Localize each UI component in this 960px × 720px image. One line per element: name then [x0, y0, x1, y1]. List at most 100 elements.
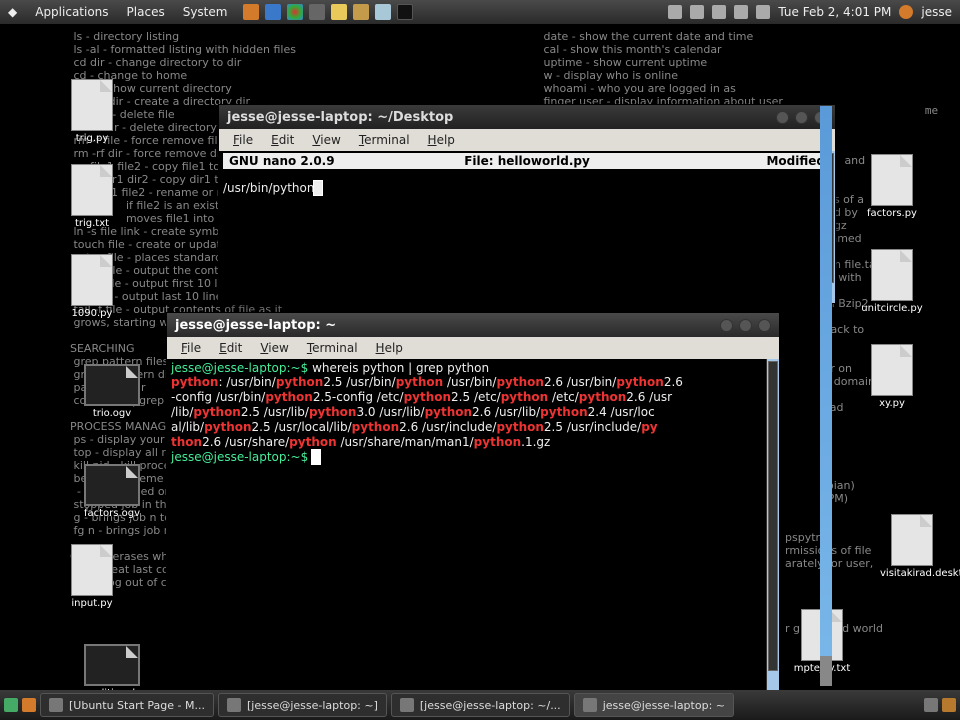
icon-label: factors.ogv	[84, 508, 140, 519]
term-line-prompt2: jesse@jesse-laptop:~$	[171, 450, 775, 464]
terminal-launcher-icon[interactable]	[397, 4, 413, 20]
app-icon-1[interactable]	[309, 4, 325, 20]
network-icon[interactable]	[734, 5, 748, 19]
panel-right: Tue Feb 2, 4:01 PM jesse	[668, 5, 960, 19]
text-file-icon	[71, 544, 113, 596]
nano-menubar: File Edit View Terminal Help	[219, 129, 835, 151]
minimize-button[interactable]	[720, 319, 733, 332]
clock[interactable]: Tue Feb 2, 4:01 PM	[778, 5, 891, 19]
taskbar-button[interactable]: [jesse@jesse-laptop: ~]	[218, 693, 387, 717]
desktop-icon-conditionals-ogv[interactable]: conditionals.ogv	[80, 644, 144, 690]
menu-edit[interactable]: Edit	[263, 133, 302, 147]
nano-title: jesse@jesse-laptop: ~/Desktop	[227, 110, 453, 125]
trash-icon[interactable]	[942, 698, 956, 712]
taskbar-label: [jesse@jesse-laptop: ~/...	[420, 699, 561, 712]
icon-label: 1090.py	[72, 308, 113, 319]
menu-file[interactable]: File	[173, 341, 209, 355]
minimize-button[interactable]	[776, 111, 789, 124]
taskbar-button[interactable]: jesse@jesse-laptop: ~	[574, 693, 734, 717]
scrollbar-thumb[interactable]	[768, 361, 778, 671]
menu-help[interactable]: Help	[368, 341, 411, 355]
video-file-icon	[84, 644, 140, 686]
prompt: jesse@jesse-laptop:~$	[171, 361, 308, 375]
desktop-icon-unitcircle-py[interactable]: unitcircle.py	[860, 249, 924, 314]
term-body[interactable]: jesse@jesse-laptop:~$ whereis python | g…	[167, 359, 779, 690]
menu-help[interactable]: Help	[420, 133, 463, 147]
menu-file[interactable]: File	[225, 133, 261, 147]
maximize-button[interactable]	[795, 111, 808, 124]
places-menu[interactable]: Places	[119, 5, 173, 19]
bottom-panel: [Ubuntu Start Page - M... [jesse@jesse-la…	[0, 690, 960, 720]
close-button[interactable]	[758, 319, 771, 332]
icon-label: xy.py	[879, 398, 905, 409]
taskbar-label: jesse@jesse-laptop: ~	[603, 699, 725, 712]
files-icon[interactable]	[353, 4, 369, 20]
desktop-icon-xy-py[interactable]: xy.py	[860, 344, 924, 409]
launcher-icons	[243, 4, 413, 20]
grep-output: python: /usr/bin/python2.5 /usr/bin/pyth…	[171, 375, 775, 450]
taskbar-label: [jesse@jesse-laptop: ~]	[247, 699, 378, 712]
text-file-icon	[871, 154, 913, 206]
applications-menu[interactable]: Applications	[27, 5, 116, 19]
right-scrollbar-fragment[interactable]	[820, 106, 832, 686]
user-menu[interactable]: jesse	[921, 5, 952, 19]
firefox-taskbar-icon[interactable]	[22, 698, 36, 712]
desktop-icon-trio-ogv[interactable]: trio.ogv	[80, 364, 144, 419]
term-scrollbar[interactable]	[766, 359, 779, 690]
terminal-window-nano[interactable]: jesse@jesse-laptop: ~/Desktop File Edit …	[218, 104, 836, 304]
text-file-icon	[871, 344, 913, 396]
tray-icon-3[interactable]	[712, 5, 726, 19]
maximize-button[interactable]	[739, 319, 752, 332]
tray-icon-2[interactable]	[690, 5, 704, 19]
nano-body[interactable]: GNU nano 2.0.9 File: helloworld.py Modif…	[219, 151, 835, 303]
icon-label: trig.txt	[75, 218, 109, 229]
desktop-icon-1090-py[interactable]: 1090.py	[60, 254, 124, 319]
window-icon	[227, 698, 241, 712]
menu-terminal[interactable]: Terminal	[351, 133, 418, 147]
desktop-icon-factors-ogv[interactable]: factors.ogv	[80, 464, 144, 519]
text-file-icon	[71, 254, 113, 306]
taskbar-button[interactable]: [Ubuntu Start Page - M...	[40, 693, 214, 717]
desktop-icon-trig-txt[interactable]: trig.txt	[60, 164, 124, 229]
chrome-icon[interactable]	[287, 4, 303, 20]
nano-file: File: helloworld.py	[464, 154, 590, 168]
desktop[interactable]: ls - directory listing ls -al - formatte…	[0, 24, 960, 690]
menu-view[interactable]: View	[304, 133, 348, 147]
term-titlebar[interactable]: jesse@jesse-laptop: ~	[167, 313, 779, 337]
menu-edit[interactable]: Edit	[211, 341, 250, 355]
video-file-icon	[84, 464, 140, 506]
panel-left: ◆ Applications Places System	[0, 4, 413, 20]
scrollbar-thumb[interactable]	[820, 656, 832, 686]
firefox-icon[interactable]	[243, 4, 259, 20]
window-icon	[400, 698, 414, 712]
notes-icon[interactable]	[331, 4, 347, 20]
desktop-icon-factors-py[interactable]: factors.py	[860, 154, 924, 219]
term-window-buttons	[720, 319, 771, 332]
term-menubar: File Edit View Terminal Help	[167, 337, 779, 359]
show-desktop-icon[interactable]	[4, 698, 18, 712]
gnome-menu-icon[interactable]: ◆	[0, 5, 25, 19]
tray-icon-1[interactable]	[668, 5, 682, 19]
desktop-icon-visitakirad-desktop[interactable]: visitakirad.desktop	[880, 514, 944, 579]
user-icon[interactable]	[899, 5, 913, 19]
prompt: jesse@jesse-laptop:~$	[171, 450, 308, 464]
menu-view[interactable]: View	[252, 341, 296, 355]
top-panel: ◆ Applications Places System Tue Feb 2, …	[0, 0, 960, 24]
nano-text: /usr/bin/python	[223, 181, 314, 195]
volume-icon[interactable]	[756, 5, 770, 19]
desktop-icon-trig-py[interactable]: trig.py	[60, 79, 124, 144]
taskbar-button[interactable]: [jesse@jesse-laptop: ~/...	[391, 693, 570, 717]
icon-label: factors.py	[867, 208, 917, 219]
terminal-window-main[interactable]: jesse@jesse-laptop: ~ File Edit View Ter…	[166, 312, 780, 690]
help-icon[interactable]	[265, 4, 281, 20]
nano-titlebar[interactable]: jesse@jesse-laptop: ~/Desktop	[219, 105, 835, 129]
desktop-icon-input-py[interactable]: input.py	[60, 544, 124, 609]
text-file-icon	[71, 164, 113, 216]
command: whereis python | grep python	[312, 361, 489, 375]
icon-label: trig.py	[76, 133, 109, 144]
workspace-switcher[interactable]	[924, 698, 938, 712]
system-menu[interactable]: System	[175, 5, 236, 19]
app-icon-2[interactable]	[375, 4, 391, 20]
menu-terminal[interactable]: Terminal	[299, 341, 366, 355]
edge-text: me pytho	[925, 104, 958, 690]
